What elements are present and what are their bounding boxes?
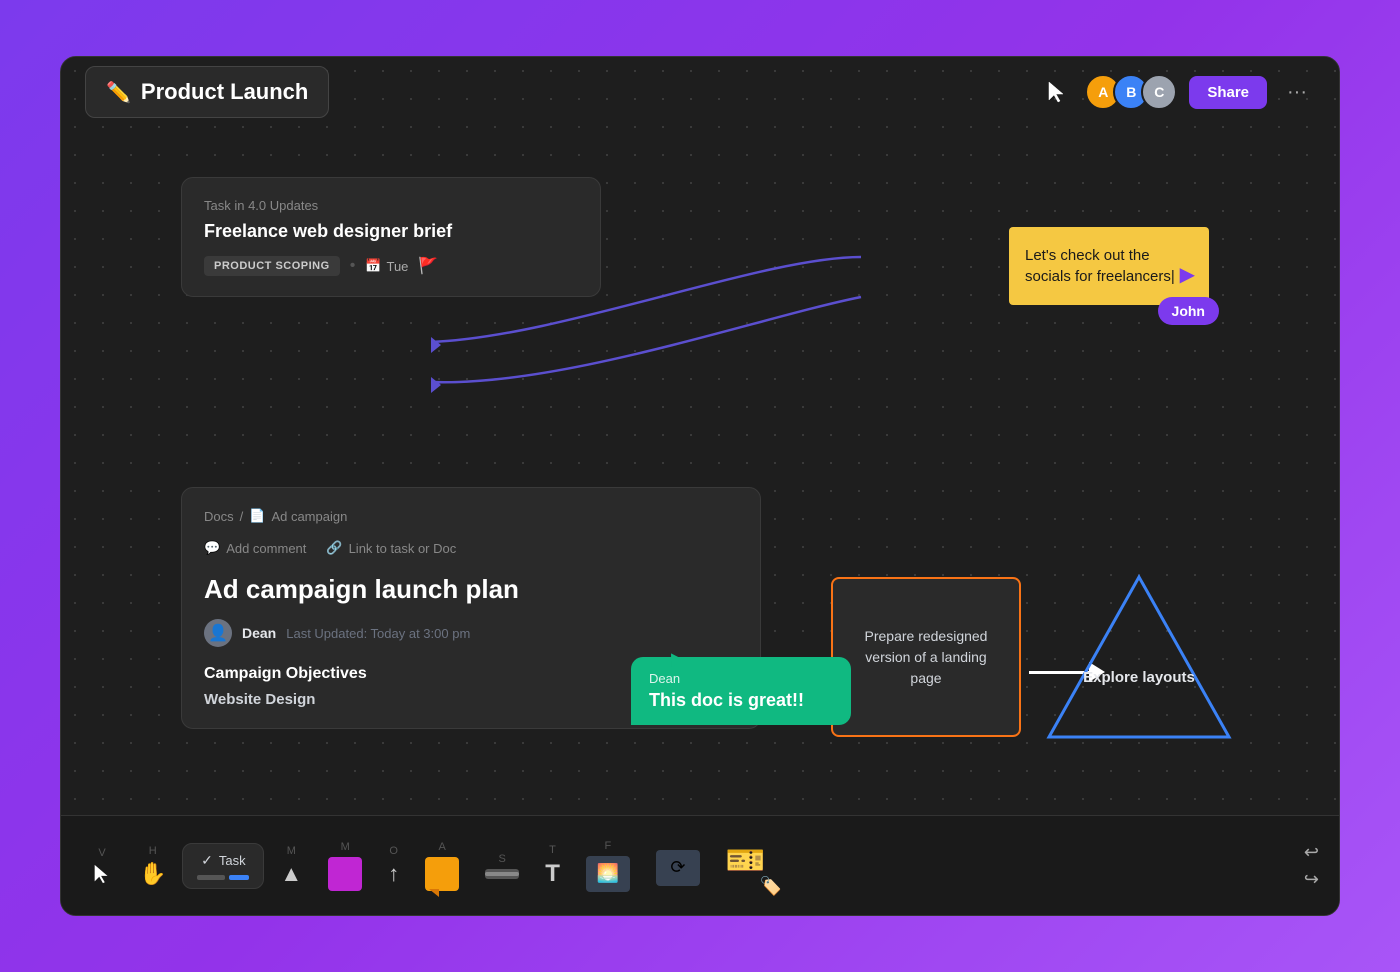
toolbar-sticker-tool[interactable]: 🎫 🏷️ [716,831,790,901]
toolbar-sticky-tool[interactable]: A [415,835,469,897]
bar-blue [229,875,249,880]
toolbar-shape-tool[interactable]: M [318,835,372,897]
collaborator-avatars: A B C [1085,74,1177,110]
breadcrumb-icon: 📄 [249,508,265,524]
calendar-icon: 📅 [365,258,381,274]
meta-dot: • [350,257,356,275]
doc-title: Ad campaign launch plan [204,574,738,605]
sticker-icon: 🎫 🏷️ [726,841,780,895]
text-icon: T [545,860,560,888]
upload-icon: ↑ [388,861,399,887]
dean-message: This doc is great!! [649,690,833,711]
cursor-icon [91,863,113,885]
toolbar-marker-tool[interactable]: M ▲ [270,839,312,893]
shape-purple-icon [328,857,362,891]
toolbar-items: V H ✋ ✓ Task [81,831,1304,901]
triangle-svg [1039,567,1239,747]
dean-cursor-icon: ▶ [671,649,685,670]
toolbar-line-tool[interactable]: S [475,847,529,885]
doc-author-row: 👤 Dean Last Updated: Today at 3:00 pm [204,619,738,647]
triangle-label: Explore layouts [1083,669,1195,686]
flag-icon: 🚩 [418,256,438,276]
john-user-label: John [1158,297,1219,325]
author-name: Dean [242,625,276,641]
sticky-note-text: Let's check out the socials for freelanc… [1025,245,1193,287]
toolbar: V H ✋ ✓ Task [61,815,1339,915]
dean-comment-bubble: ▶ Dean This doc is great!! [631,657,851,725]
app-window: ✏️ Product Launch A B C Share ··· Task i… [60,56,1340,916]
undo-redo-group: ↩ ↪ [1304,842,1319,890]
title-button[interactable]: ✏️ Product Launch [85,66,329,118]
task-date: 📅 Tue [365,258,408,274]
link-icon: 🔗 [326,540,342,556]
app-title: Product Launch [141,79,308,105]
toolbar-text-tool[interactable]: T T [535,838,570,894]
task-label: Task in 4.0 Updates [204,198,578,213]
sticky-tool-icon [425,857,459,891]
image-icon: 🌅 [586,856,630,892]
apps-icon: ⟳ [656,850,700,886]
avatar-3: C [1141,74,1177,110]
triangle-shape[interactable]: Explore layouts [1039,567,1239,747]
share-button[interactable]: Share [1189,76,1267,109]
add-comment-action[interactable]: 💬 Add comment [204,540,306,556]
task-title: Freelance web designer brief [204,221,578,242]
toolbar-apps-tool[interactable]: ⟳ [646,840,710,892]
undo-button[interactable]: ↩ [1304,842,1319,863]
header-right: A B C Share ··· [1041,74,1315,110]
doc-actions: 💬 Add comment 🔗 Link to task or Doc [204,540,738,556]
task-card[interactable]: Task in 4.0 Updates Freelance web design… [181,177,601,297]
line-icon [485,869,519,879]
toolbar-hand-tool[interactable]: H ✋ [129,839,176,893]
bar-gray [197,875,225,880]
task-tag: PRODUCT SCOPING [204,256,340,276]
toolbar-task-tool[interactable]: ✓ Task [182,843,264,889]
dean-label: Dean [649,671,833,686]
edit-icon: ✏️ [106,80,131,105]
link-task-action[interactable]: 🔗 Link to task or Doc [326,540,456,556]
more-options-button[interactable]: ··· [1279,77,1315,108]
prepare-task-text: Prepare redesigned version of a landing … [849,626,1003,689]
prepare-task-box[interactable]: Prepare redesigned version of a landing … [831,577,1021,737]
author-avatar: 👤 [204,619,232,647]
doc-updated: Last Updated: Today at 3:00 pm [286,626,470,641]
toolbar-image-tool[interactable]: F 🌅 [576,834,640,898]
comment-icon: 💬 [204,540,220,556]
header: ✏️ Product Launch A B C Share ··· [61,57,1339,127]
cursor-tool-icon [1041,76,1073,108]
marker-icon: ▲ [280,861,302,887]
sticky-cursor-icon: ▶ [1180,262,1195,287]
task-meta: PRODUCT SCOPING • 📅 Tue 🚩 [204,256,578,276]
toolbar-cursor-tool[interactable]: V [81,841,123,891]
toolbar-upload-tool[interactable]: O ↑ [378,839,409,893]
sticky-note[interactable]: Let's check out the socials for freelanc… [1009,227,1209,305]
doc-breadcrumb: Docs / 📄 Ad campaign [204,508,738,524]
hand-icon: ✋ [139,861,166,887]
redo-button[interactable]: ↪ [1304,869,1319,890]
